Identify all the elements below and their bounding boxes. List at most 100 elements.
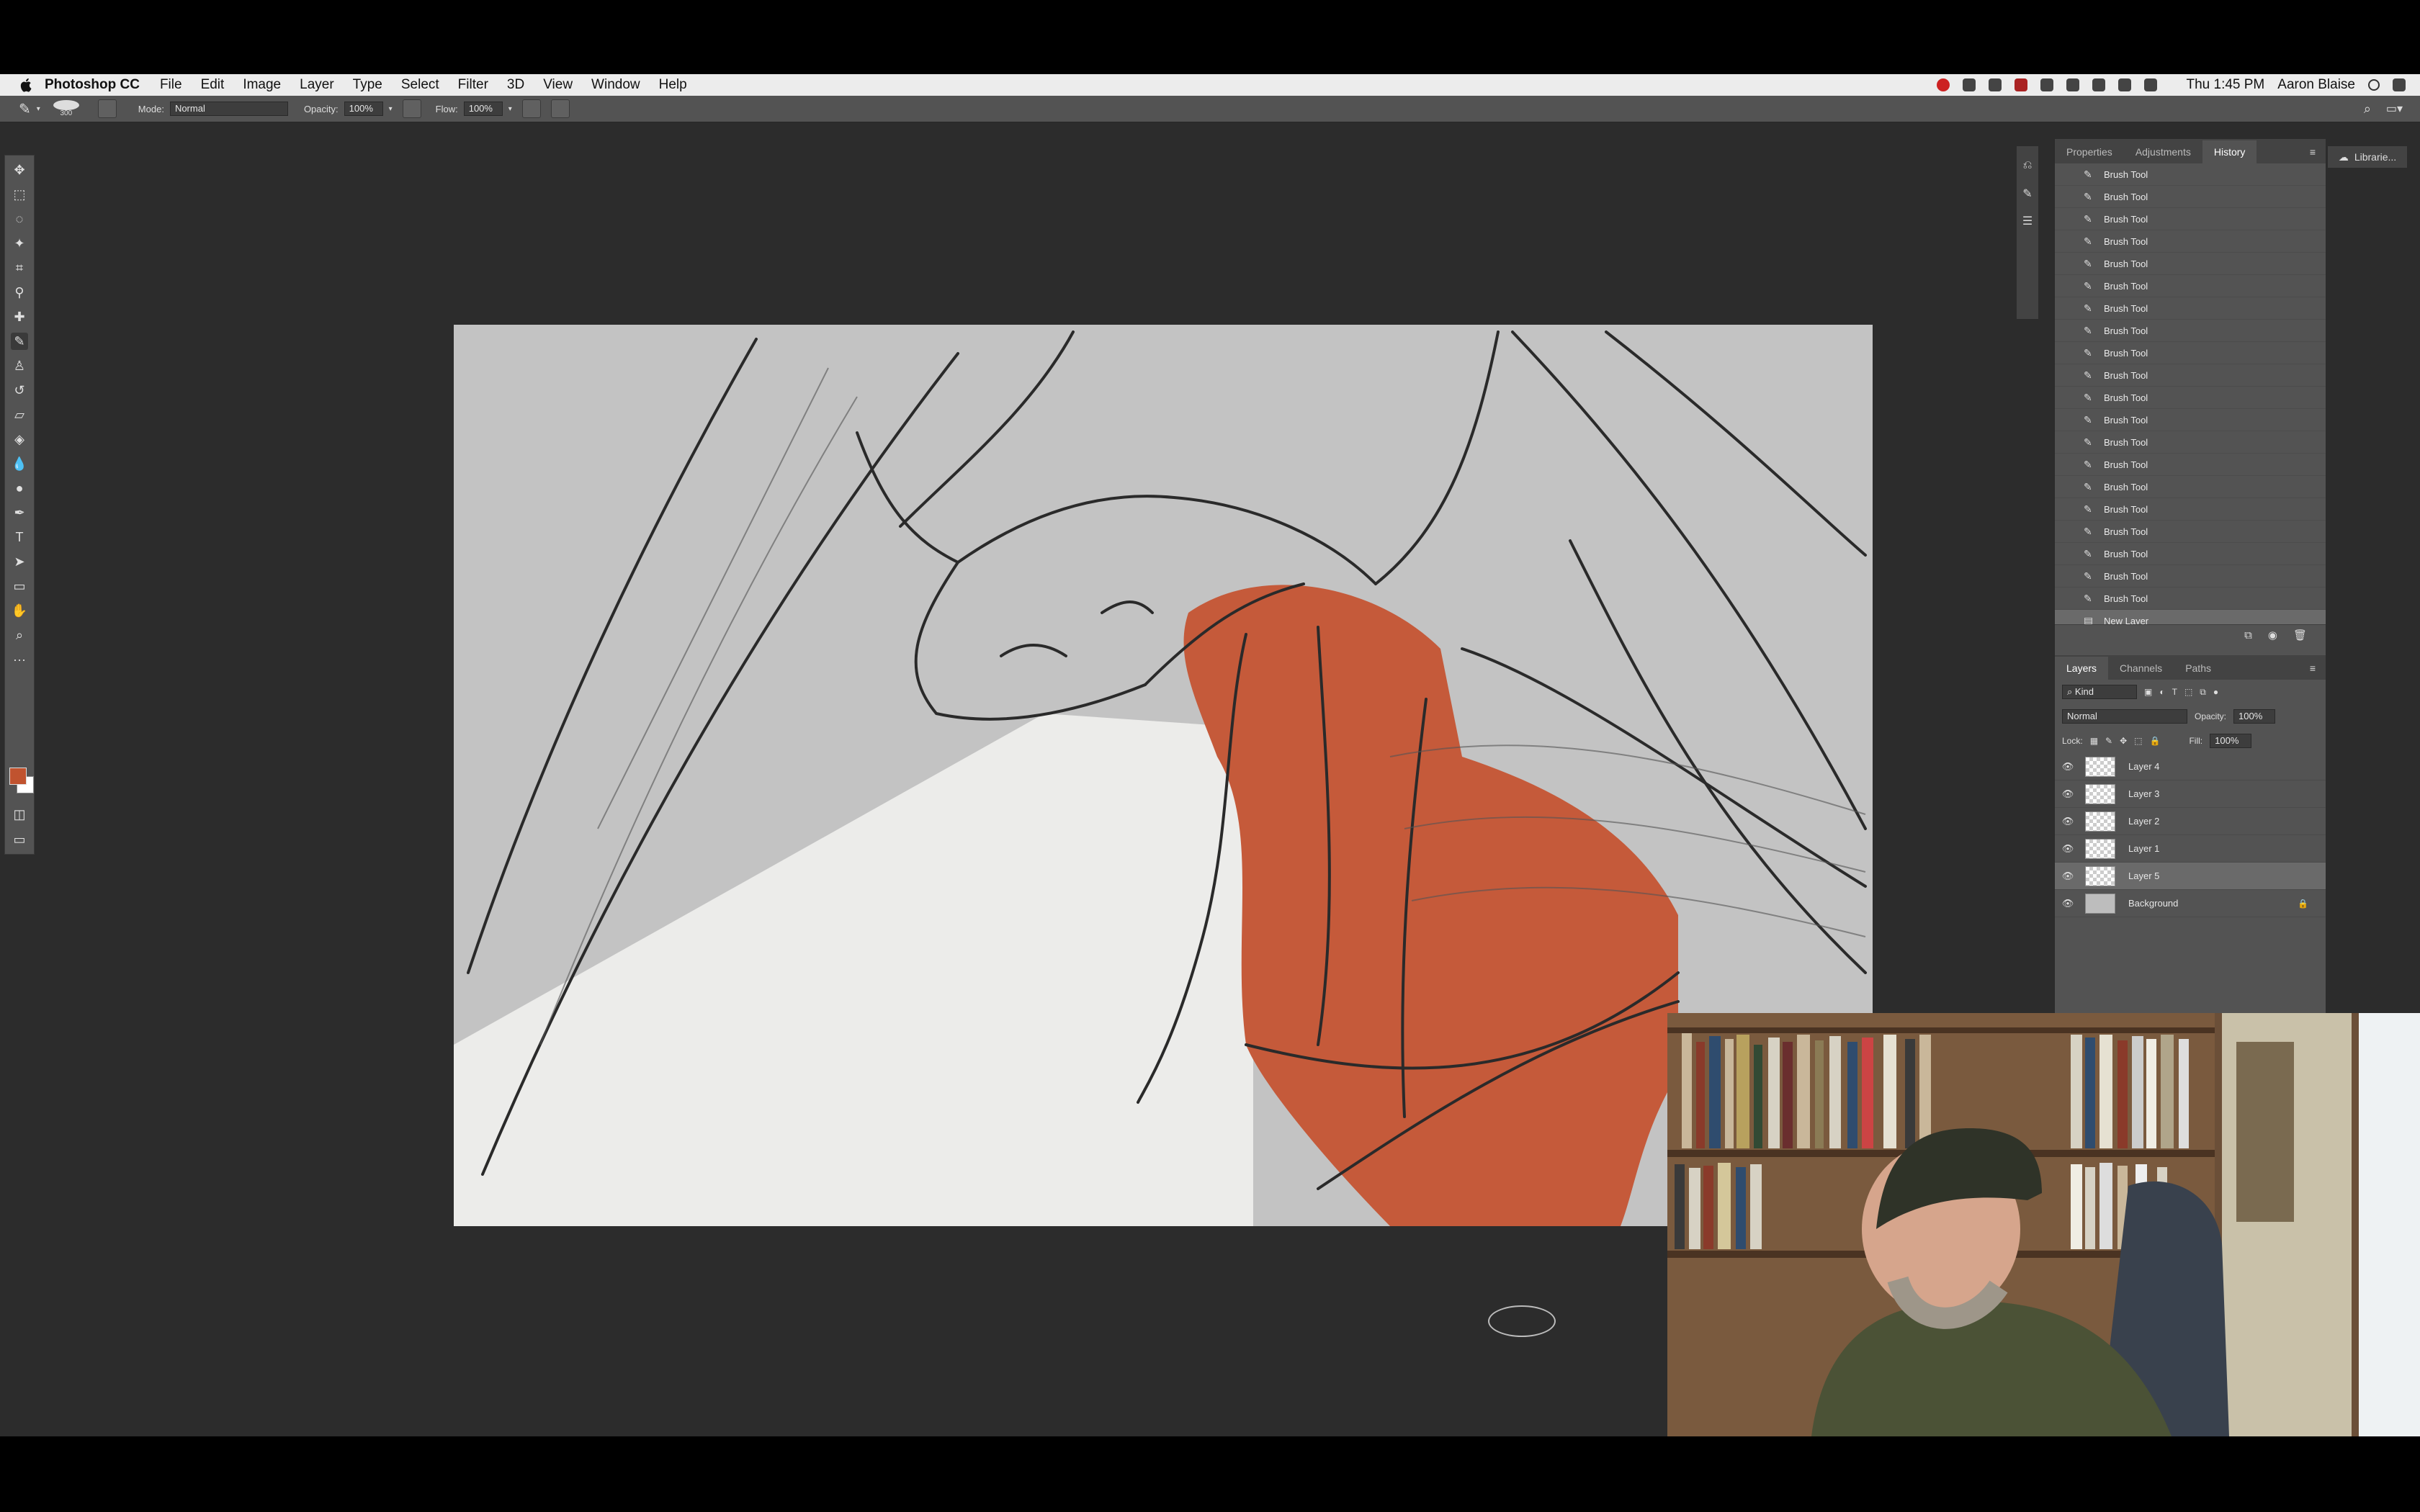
filter-toggle-icon[interactable]: ● xyxy=(2213,687,2218,697)
history-item[interactable]: ✎ Brush Tool xyxy=(2055,521,2326,543)
menu-filter[interactable]: Filter xyxy=(458,77,488,93)
visibility-eye-icon[interactable]: 👁 xyxy=(2061,816,2075,827)
tab-history[interactable]: History xyxy=(2202,140,2257,163)
history-item[interactable]: ✎ Brush Tool xyxy=(2055,431,2326,454)
history-panel-icon[interactable]: ⎌ xyxy=(2020,159,2035,174)
history-item[interactable]: ✎ Brush Tool xyxy=(2055,387,2326,409)
history-item[interactable]: ✎ Brush Tool xyxy=(2055,230,2326,253)
brush-settings-icon[interactable]: ✎ xyxy=(2020,186,2035,201)
lock-transparency-icon[interactable]: ▦ xyxy=(2090,736,2098,746)
filter-pixel-icon[interactable]: ▣ xyxy=(2144,687,2152,697)
healing-brush-tool-icon[interactable]: ✚ xyxy=(11,308,28,325)
lock-all-icon[interactable]: 🔒 xyxy=(2150,736,2161,746)
clock[interactable]: Thu 1:45 PM xyxy=(2186,77,2264,93)
visibility-eye-icon[interactable]: 👁 xyxy=(2061,870,2075,882)
user-name[interactable]: Aaron Blaise xyxy=(2277,77,2355,93)
history-item[interactable]: ✎ Brush Tool xyxy=(2055,253,2326,275)
lasso-tool-icon[interactable]: ◌ xyxy=(11,210,28,228)
menu-3d[interactable]: 3D xyxy=(507,77,524,93)
brush-tool-icon[interactable]: ✎ xyxy=(11,333,28,350)
tool-preset-chevron-icon[interactable]: ▾ xyxy=(37,105,40,113)
history-item[interactable]: ✎ Brush Tool xyxy=(2055,454,2326,476)
flow-chevron-icon[interactable]: ▾ xyxy=(508,105,512,113)
lock-position-icon[interactable]: ✥ xyxy=(2120,736,2127,746)
filter-smart-icon[interactable]: ⧉ xyxy=(2200,687,2206,698)
delete-state-icon[interactable]: 🗑 xyxy=(2293,629,2307,642)
layer-row[interactable]: 👁 Layer 5 xyxy=(2055,863,2326,890)
layer-row[interactable]: 👁 Layer 1 xyxy=(2055,835,2326,863)
filter-adjustment-icon[interactable]: ◐ xyxy=(2159,687,2164,697)
history-item[interactable]: ✎ Brush Tool xyxy=(2055,476,2326,498)
quick-mask-icon[interactable]: ◫ xyxy=(11,806,28,823)
menu-view[interactable]: View xyxy=(543,77,573,93)
new-document-from-state-icon[interactable]: ⧉ xyxy=(2244,629,2252,642)
menu-image[interactable]: Image xyxy=(243,77,281,93)
libraries-tab[interactable]: ☁ Librarie... xyxy=(2328,146,2407,168)
tab-adjustments[interactable]: Adjustments xyxy=(2124,140,2202,163)
tab-paths[interactable]: Paths xyxy=(2174,657,2223,680)
history-item[interactable]: ✎ Brush Tool xyxy=(2055,208,2326,230)
layer-row[interactable]: 👁 Layer 2 xyxy=(2055,808,2326,835)
bluetooth-icon[interactable] xyxy=(2066,78,2080,91)
layer-filter-select[interactable]: ⌕ Kind xyxy=(2062,685,2137,699)
history-item[interactable]: ✎ Brush Tool xyxy=(2055,275,2326,297)
history-item[interactable]: ✎ Brush Tool xyxy=(2055,163,2326,186)
menu-select[interactable]: Select xyxy=(401,77,439,93)
visibility-eye-icon[interactable]: 👁 xyxy=(2061,761,2075,773)
workspace-switcher-icon[interactable]: ▭▾ xyxy=(2386,102,2403,116)
lock-pixels-icon[interactable]: ✎ xyxy=(2105,736,2112,746)
opacity-field[interactable]: 100% xyxy=(344,102,383,116)
tab-properties[interactable]: Properties xyxy=(2055,140,2124,163)
history-brush-tool-icon[interactable]: ↺ xyxy=(11,382,28,399)
snapshot-icon[interactable]: ◉ xyxy=(2268,629,2277,642)
mode-select[interactable]: Normal xyxy=(169,102,288,116)
blur-tool-icon[interactable]: 💧 xyxy=(11,455,28,472)
menu-file[interactable]: File xyxy=(160,77,182,93)
airbrush-button[interactable] xyxy=(521,99,541,118)
pressure-opacity-button[interactable] xyxy=(402,99,421,118)
brush-tool-icon[interactable]: ✎ xyxy=(19,100,31,118)
app-name[interactable]: Photoshop CC xyxy=(45,77,140,93)
adjustments-icon[interactable]: ☰ xyxy=(2020,214,2035,228)
tab-channels[interactable]: Channels xyxy=(2108,657,2174,680)
spotlight-icon[interactable] xyxy=(2368,79,2380,91)
menu-window[interactable]: Window xyxy=(591,77,640,93)
pen-tool-icon[interactable]: ✒ xyxy=(11,504,28,521)
search-icon[interactable]: ⌕ xyxy=(2364,102,2371,117)
tab-layers[interactable]: Layers xyxy=(2055,657,2109,680)
eraser-tool-icon[interactable]: ▱ xyxy=(11,406,28,423)
airplay-icon[interactable] xyxy=(2118,78,2132,91)
history-item[interactable]: ✎ Brush Tool xyxy=(2055,565,2326,588)
menu-edit[interactable]: Edit xyxy=(201,77,225,93)
path-selection-tool-icon[interactable]: ➤ xyxy=(11,553,28,570)
layers-menu-icon[interactable]: ≡ xyxy=(2300,657,2326,680)
eyedropper-tool-icon[interactable]: ⚲ xyxy=(11,284,28,301)
visibility-eye-icon[interactable]: 👁 xyxy=(2061,788,2075,800)
creative-cloud-icon[interactable] xyxy=(2015,78,2028,91)
filter-type-icon[interactable]: T xyxy=(2172,687,2177,697)
fill-field[interactable]: 100% xyxy=(2210,734,2252,748)
layer-row[interactable]: 👁 Layer 3 xyxy=(2055,780,2326,808)
more-tools-icon[interactable]: ··· xyxy=(11,651,28,668)
history-item[interactable]: ✎ Brush Tool xyxy=(2055,364,2326,387)
document-canvas[interactable] xyxy=(454,325,1873,1226)
screen-icon[interactable] xyxy=(1989,78,2002,91)
zoom-tool-icon[interactable]: ⌕ xyxy=(11,626,28,644)
menu-type[interactable]: Type xyxy=(353,77,382,93)
timemachine-icon[interactable] xyxy=(2040,78,2054,91)
panel-menu-icon[interactable]: ≡ xyxy=(2300,140,2326,163)
marquee-tool-icon[interactable]: ⬚ xyxy=(11,186,28,203)
lock-artboard-icon[interactable]: ⬚ xyxy=(2134,736,2142,746)
flow-field[interactable]: 100% xyxy=(463,102,503,116)
layer-opacity-field[interactable]: 100% xyxy=(2233,709,2276,724)
history-item[interactable]: ✎ Brush Tool xyxy=(2055,498,2326,521)
type-tool-icon[interactable]: T xyxy=(11,528,28,546)
crop-tool-icon[interactable]: ⌗ xyxy=(11,259,28,276)
wifi-icon[interactable] xyxy=(2092,78,2106,91)
brush-preset-picker[interactable]: 300 xyxy=(53,100,79,117)
record-icon[interactable] xyxy=(1937,78,1950,91)
history-item[interactable]: ✎ Brush Tool xyxy=(2055,409,2326,431)
screen-mode-icon[interactable]: ▭ xyxy=(11,831,28,848)
notification-center-icon[interactable] xyxy=(2393,78,2406,91)
paint-bucket-tool-icon[interactable]: ◈ xyxy=(11,431,28,448)
